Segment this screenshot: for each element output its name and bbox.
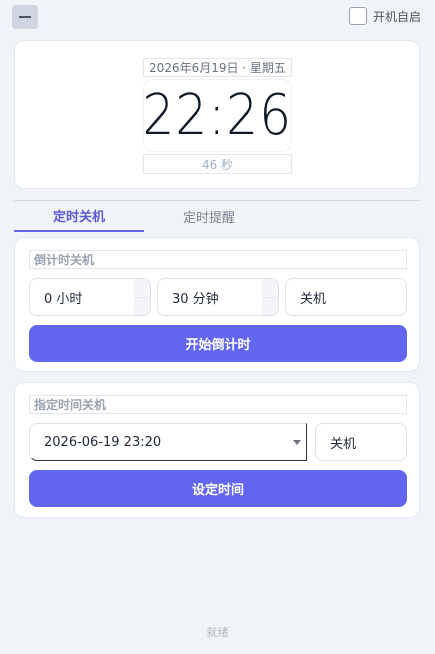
scheduled-title: 指定时间关机	[29, 395, 407, 414]
tab-scheduled-shutdown[interactable]: 定时关机	[14, 201, 144, 232]
minimize-button[interactable]	[12, 5, 38, 29]
minimize-icon	[19, 16, 31, 18]
countdown-title: 倒计时关机	[29, 250, 407, 269]
top-bar: 开机自启	[0, 0, 435, 36]
time-box: 22:26	[143, 79, 292, 152]
countdown-action-select[interactable]: 关机	[285, 278, 407, 316]
hours-stepper[interactable]: 0 小时	[29, 278, 151, 316]
autostart-label: 开机自启	[372, 9, 421, 24]
minutes-stepper[interactable]: 30 分钟	[157, 278, 279, 316]
scheduled-action-value: 关机	[330, 436, 357, 452]
tab-scheduled-reminder[interactable]: 定时提醒	[144, 201, 274, 232]
tab-bar: 定时关机 定时提醒	[14, 200, 420, 232]
datetime-value: 2026-06-19 23:20	[44, 434, 162, 450]
datetime-picker[interactable]: 2026-06-19 23:20	[29, 423, 307, 461]
hours-value: 0 小时	[44, 291, 83, 307]
scheduled-card: 指定时间关机 2026-06-19 23:20 关机 设定时间	[14, 382, 420, 518]
clock-card: 2026年6月19日 · 星期五 22:26 46 秒	[14, 40, 420, 189]
countdown-action-value: 关机	[300, 291, 327, 307]
autostart-toggle[interactable]: 开机自启	[348, 7, 421, 25]
start-countdown-button[interactable]: 开始倒计时	[29, 325, 407, 362]
current-seconds: 46 秒	[143, 154, 292, 174]
current-date: 2026年6月19日 · 星期五	[143, 58, 292, 77]
current-time: 22:26	[142, 83, 293, 148]
scheduled-action-select[interactable]: 关机	[315, 423, 407, 461]
set-time-button[interactable]: 设定时间	[29, 470, 407, 507]
countdown-card: 倒计时关机 0 小时 30 分钟 关机 开始倒计时	[14, 237, 420, 372]
hours-spin-arrows[interactable]	[134, 279, 151, 315]
minutes-spin-arrows[interactable]	[262, 279, 279, 315]
autostart-checkbox[interactable]	[348, 7, 367, 25]
chevron-down-icon[interactable]	[293, 440, 301, 445]
status-text: 就绪	[206, 626, 229, 639]
minutes-value: 30 分钟	[172, 291, 219, 307]
